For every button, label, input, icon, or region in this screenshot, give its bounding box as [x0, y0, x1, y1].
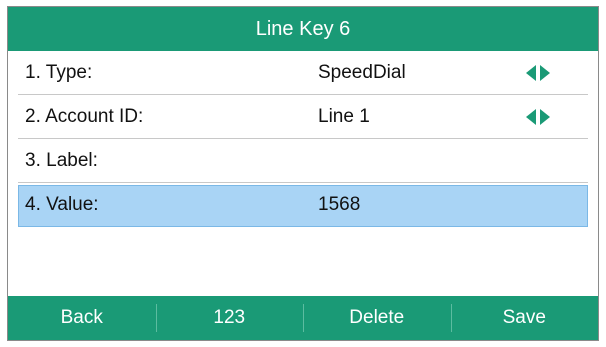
row-label[interactable]: 3. Label:: [8, 139, 598, 183]
arrow-left-icon[interactable]: [526, 109, 536, 125]
phone-screen: Line Key 6 1. Type: SpeedDial 2. Account…: [7, 6, 599, 341]
type-value: SpeedDial: [318, 62, 406, 83]
arrow-right-icon[interactable]: [540, 109, 550, 125]
value-input[interactable]: 1568: [318, 183, 360, 227]
input-mode-button[interactable]: 123: [155, 296, 304, 340]
type-label: 1. Type:: [25, 62, 93, 83]
arrow-left-icon[interactable]: [526, 65, 536, 81]
row-type[interactable]: 1. Type: SpeedDial: [8, 51, 598, 95]
row-account-id[interactable]: 2. Account ID: Line 1: [8, 95, 598, 139]
title-bar: Line Key 6: [8, 7, 598, 51]
label-label: 3. Label:: [25, 150, 98, 171]
save-button[interactable]: Save: [450, 296, 599, 340]
account-id-arrows[interactable]: [526, 95, 550, 139]
type-arrows[interactable]: [526, 51, 550, 95]
page-title: Line Key 6: [255, 17, 351, 40]
value-label: 4. Value:: [25, 194, 99, 215]
delete-button[interactable]: Delete: [303, 296, 451, 340]
arrow-right-icon[interactable]: [540, 65, 550, 81]
back-button[interactable]: Back: [8, 296, 156, 340]
row-value[interactable]: 4. Value: 1568: [8, 183, 598, 227]
selection-highlight: [18, 185, 588, 227]
account-id-label: 2. Account ID:: [25, 106, 144, 127]
softkey-bar: Back 123 Delete Save: [8, 296, 598, 340]
account-id-value: Line 1: [318, 106, 370, 127]
